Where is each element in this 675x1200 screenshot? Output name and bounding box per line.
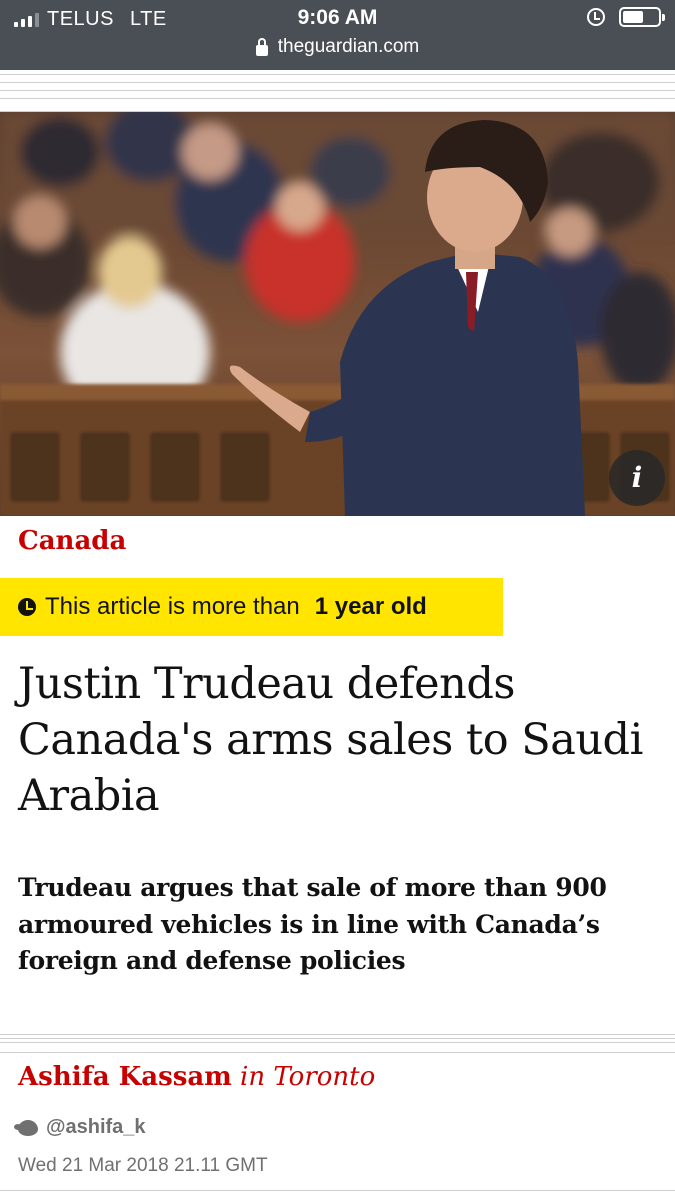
author-location: in Toronto: [240, 1062, 376, 1092]
hero-photo-illustration: [0, 112, 675, 516]
age-notice-bold: 1 year old: [314, 593, 427, 620]
article-standfirst: Trudeau argues that sale of more than 90…: [18, 873, 607, 975]
twitter-link[interactable]: @ashifa_k: [14, 1116, 146, 1139]
divider: [0, 1190, 675, 1191]
lock-icon: [255, 37, 268, 56]
header-rules: [0, 70, 675, 112]
twitter-icon: [14, 1119, 38, 1136]
publish-date: Wed 21 Mar 2018 21.11 GMT: [18, 1155, 268, 1176]
url-text: theguardian.com: [277, 36, 420, 57]
divider: [0, 1052, 675, 1053]
clock-icon: [18, 598, 36, 616]
status-right: [587, 7, 665, 27]
address-bar[interactable]: theguardian.com: [0, 36, 675, 58]
article-headline: Justin Trudeau defends Canada's arms sal…: [18, 659, 643, 821]
divider: [0, 1042, 675, 1043]
divider: [0, 1038, 675, 1039]
alarm-icon: [587, 8, 605, 26]
author-name[interactable]: Ashifa Kassam: [18, 1062, 232, 1092]
info-icon[interactable]: i: [609, 450, 665, 506]
age-notice-prefix: This article is more than: [45, 593, 300, 620]
battery-icon: [619, 7, 665, 27]
byline: Ashifa Kassam in Toronto: [18, 1062, 375, 1092]
age-notice-badge: This article is more than 1 year old: [0, 578, 503, 636]
twitter-handle: @ashifa_k: [46, 1116, 146, 1138]
section-label[interactable]: Canada: [18, 526, 126, 556]
hero-photo: i: [0, 112, 675, 516]
clock-time: 9:06 AM: [297, 6, 378, 29]
divider: [0, 1034, 675, 1035]
status-bar: TELUS LTE 9:06 AM theguardian.com: [0, 0, 675, 70]
